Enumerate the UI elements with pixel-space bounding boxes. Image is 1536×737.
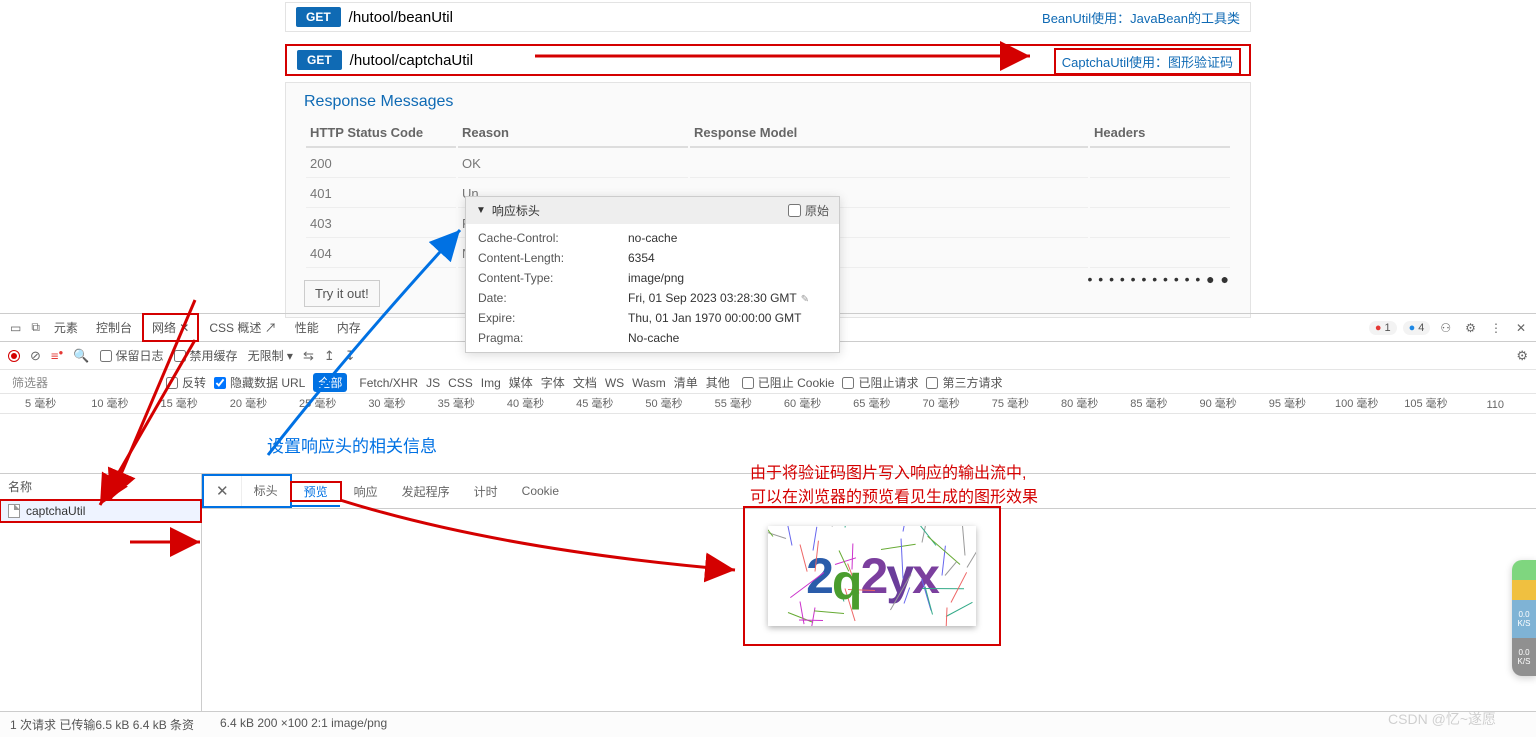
annotation-red: 由于将验证码图片写入响应的输出流中,可以在浏览器的预览看见生成的图形效果 [750,462,1038,510]
device-icon[interactable]: ⧉ [27,316,44,339]
response-headers-popup[interactable]: ▼ 响应标头 原始 Cache-Control:no-cacheContent-… [465,196,840,353]
request-list-header: 名称 [0,474,201,500]
tab-performance[interactable]: 性能 [287,315,327,340]
filter-wasm[interactable]: Wasm [628,375,670,391]
hide-dataurl-checkbox[interactable]: 隐藏数据 URL [214,374,305,391]
status-left: 1 次请求 已传输6.5 kB 6.4 kB 条资 [10,716,212,733]
api-desc: CaptchaUtil使用：图形验证码 [1054,48,1241,75]
tab-headers[interactable]: 标头 [242,476,290,506]
error-badge[interactable]: 1 [1369,321,1397,335]
status-right: 6.4 kB 200 ×100 2:1 image/png [212,716,387,733]
request-list: 名称 captchaUtil [0,474,202,737]
captcha-preview-box: 2q2yx [743,506,1001,646]
filter-all[interactable]: 全部 [313,373,347,392]
tab-preview[interactable]: 预览 [292,479,340,507]
annotation-blue: 设置响应头的相关信息 [267,432,437,457]
tab-timing[interactable]: 计时 [462,477,510,506]
filter-fetch/xhr[interactable]: Fetch/XHR [355,375,422,391]
status-bar: 1 次请求 已传输6.5 kB 6.4 kB 条资 6.4 kB 200 ×10… [0,711,1536,737]
side-widget[interactable]: 0.0K/S0.0K/S [1512,560,1536,676]
captcha-image: 2q2yx [768,526,976,626]
blocked-req-checkbox[interactable]: 已阻止请求 [842,374,918,391]
filter-其他[interactable]: 其他 [702,375,734,391]
network-filters: 筛选器 反转 隐藏数据 URL 全部 Fetch/XHRJSCSSImg媒体字体… [0,370,1536,394]
request-item-captchautil[interactable]: captchaUtil [0,500,201,522]
upload-icon[interactable]: ↥ [324,348,335,364]
response-title: Response Messages [304,93,1232,111]
blocked-cookie-checkbox[interactable]: 已阻止 Cookie [742,374,835,391]
try-it-out-button[interactable]: Try it out! [304,280,380,307]
filter-清单[interactable]: 清单 [670,375,702,391]
tab-console[interactable]: 控制台 [88,315,140,340]
api-path: /hutool/captchaUtil [350,52,473,69]
filter-css[interactable]: CSS [444,375,477,391]
close-detail-button[interactable]: ✕ [204,476,242,506]
network-timeline[interactable]: 5 毫秒10 毫秒15 毫秒20 毫秒25 毫秒30 毫秒35 毫秒40 毫秒4… [0,394,1536,414]
tab-css-overview[interactable]: CSS 概述 ↗ [201,315,284,340]
tab-response[interactable]: 响应 [342,477,390,506]
request-name: captchaUtil [26,504,85,518]
api-row-beanutil[interactable]: GET /hutool/beanUtil BeanUtil使用：JavaBean… [285,2,1251,32]
search-icon[interactable]: 🔍 [73,348,89,364]
preserve-log-checkbox[interactable]: 保留日志 [100,347,164,364]
filter-文档[interactable]: 文档 [569,375,601,391]
record-icon[interactable] [8,350,20,362]
wifi-icon[interactable]: ⇆ [303,348,314,364]
tab-initiator[interactable]: 发起程序 [390,477,462,506]
filter-字体[interactable]: 字体 [537,375,569,391]
message-badge[interactable]: 4 [1403,321,1431,335]
filter-ws[interactable]: WS [601,375,628,391]
disable-cache-checkbox[interactable]: 禁用缓存 [174,347,238,364]
filter-input[interactable]: 筛选器 [8,373,158,392]
col-model: Response Model [690,119,1088,148]
col-reason: Reason [458,119,688,148]
filter-img[interactable]: Img [477,375,505,391]
close-icon[interactable]: ✕ [1512,317,1530,339]
file-icon [8,504,20,518]
download-icon[interactable]: ↧ [345,348,356,364]
headers-title: 响应标头 [492,202,540,219]
tab-network[interactable]: 网络 ✕ [142,313,199,342]
settings-icon[interactable]: ⚙ [1516,348,1528,364]
col-status: HTTP Status Code [306,119,456,148]
person-icon[interactable]: ⚇ [1436,317,1455,339]
tab-cookie[interactable]: Cookie [510,478,571,504]
inspect-icon[interactable]: ▭ [6,317,25,339]
more-icon[interactable]: ⋮ [1486,317,1506,339]
api-desc: BeanUtil使用：JavaBean的工具类 [1042,8,1240,27]
http-method-badge: GET [297,50,342,70]
filter-icon[interactable]: ≡● [51,348,63,363]
gear-icon[interactable]: ⚙ [1461,317,1480,339]
api-row-captchautil[interactable]: GET /hutool/captchaUtil CaptchaUtil使用：图形… [285,44,1251,76]
http-method-badge: GET [296,7,341,27]
throttle-select[interactable]: 无限制 ▾ [248,347,293,364]
triangle-icon: ▼ [476,205,486,216]
invert-checkbox[interactable]: 反转 [166,374,206,391]
tab-memory[interactable]: 内存 [329,315,369,340]
raw-toggle[interactable]: 原始 [788,202,829,219]
api-path: /hutool/beanUtil [349,9,453,26]
filter-js[interactable]: JS [422,375,444,391]
tab-elements[interactable]: 元素 [46,315,86,340]
watermark: CSDN @忆~遂愿 [1388,709,1496,729]
col-headers: Headers [1090,119,1230,148]
pagination-dots: • • • • • • • • • • • ● ● [1087,271,1230,287]
third-party-checkbox[interactable]: 第三方请求 [926,374,1002,391]
stop-icon[interactable]: ⊘ [30,348,41,364]
filter-媒体[interactable]: 媒体 [505,375,537,391]
